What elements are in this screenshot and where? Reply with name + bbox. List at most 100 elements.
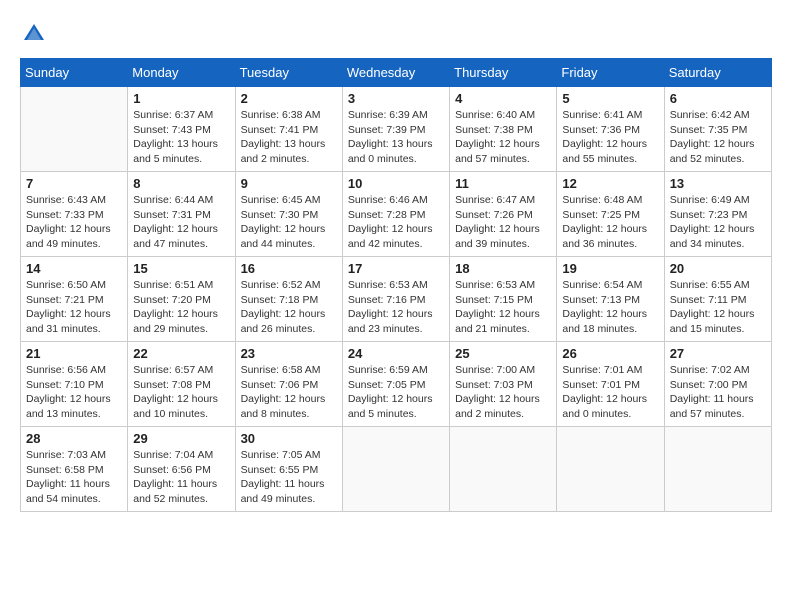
sunrise-text: Sunrise: 7:04 AM bbox=[133, 449, 213, 461]
daylight-text: Daylight: 12 hours and 55 minutes. bbox=[562, 138, 647, 165]
sunset-text: Sunset: 7:31 PM bbox=[133, 209, 211, 221]
daylight-text: Daylight: 12 hours and 2 minutes. bbox=[455, 393, 540, 420]
calendar-cell: 28 Sunrise: 7:03 AM Sunset: 6:58 PM Dayl… bbox=[21, 427, 128, 512]
sunrise-text: Sunrise: 6:37 AM bbox=[133, 109, 213, 121]
sunset-text: Sunset: 7:30 PM bbox=[241, 209, 319, 221]
sunset-text: Sunset: 7:38 PM bbox=[455, 124, 533, 136]
logo-icon bbox=[20, 20, 48, 48]
day-number: 27 bbox=[670, 346, 766, 361]
day-info: Sunrise: 7:02 AM Sunset: 7:00 PM Dayligh… bbox=[670, 363, 766, 422]
sunset-text: Sunset: 7:01 PM bbox=[562, 379, 640, 391]
day-info: Sunrise: 6:46 AM Sunset: 7:28 PM Dayligh… bbox=[348, 193, 444, 252]
calendar-cell: 1 Sunrise: 6:37 AM Sunset: 7:43 PM Dayli… bbox=[128, 87, 235, 172]
day-info: Sunrise: 7:05 AM Sunset: 6:55 PM Dayligh… bbox=[241, 448, 337, 507]
page-header bbox=[20, 20, 772, 48]
calendar-cell: 9 Sunrise: 6:45 AM Sunset: 7:30 PM Dayli… bbox=[235, 172, 342, 257]
day-info: Sunrise: 6:45 AM Sunset: 7:30 PM Dayligh… bbox=[241, 193, 337, 252]
day-number: 25 bbox=[455, 346, 551, 361]
week-row-4: 21 Sunrise: 6:56 AM Sunset: 7:10 PM Dayl… bbox=[21, 342, 772, 427]
sunrise-text: Sunrise: 6:43 AM bbox=[26, 194, 106, 206]
sunrise-text: Sunrise: 6:38 AM bbox=[241, 109, 321, 121]
calendar-cell: 29 Sunrise: 7:04 AM Sunset: 6:56 PM Dayl… bbox=[128, 427, 235, 512]
week-row-2: 7 Sunrise: 6:43 AM Sunset: 7:33 PM Dayli… bbox=[21, 172, 772, 257]
day-info: Sunrise: 6:53 AM Sunset: 7:15 PM Dayligh… bbox=[455, 278, 551, 337]
day-header-row: SundayMondayTuesdayWednesdayThursdayFrid… bbox=[21, 59, 772, 87]
daylight-text: Daylight: 12 hours and 47 minutes. bbox=[133, 223, 218, 250]
day-info: Sunrise: 6:44 AM Sunset: 7:31 PM Dayligh… bbox=[133, 193, 229, 252]
col-header-sunday: Sunday bbox=[21, 59, 128, 87]
sunset-text: Sunset: 7:41 PM bbox=[241, 124, 319, 136]
calendar-cell: 30 Sunrise: 7:05 AM Sunset: 6:55 PM Dayl… bbox=[235, 427, 342, 512]
sunset-text: Sunset: 7:03 PM bbox=[455, 379, 533, 391]
col-header-monday: Monday bbox=[128, 59, 235, 87]
day-info: Sunrise: 6:59 AM Sunset: 7:05 PM Dayligh… bbox=[348, 363, 444, 422]
calendar-cell: 27 Sunrise: 7:02 AM Sunset: 7:00 PM Dayl… bbox=[664, 342, 771, 427]
calendar-cell: 10 Sunrise: 6:46 AM Sunset: 7:28 PM Dayl… bbox=[342, 172, 449, 257]
day-info: Sunrise: 7:00 AM Sunset: 7:03 PM Dayligh… bbox=[455, 363, 551, 422]
day-info: Sunrise: 7:04 AM Sunset: 6:56 PM Dayligh… bbox=[133, 448, 229, 507]
daylight-text: Daylight: 12 hours and 18 minutes. bbox=[562, 308, 647, 335]
sunset-text: Sunset: 7:43 PM bbox=[133, 124, 211, 136]
col-header-tuesday: Tuesday bbox=[235, 59, 342, 87]
daylight-text: Daylight: 12 hours and 52 minutes. bbox=[670, 138, 755, 165]
sunrise-text: Sunrise: 7:03 AM bbox=[26, 449, 106, 461]
calendar-cell: 6 Sunrise: 6:42 AM Sunset: 7:35 PM Dayli… bbox=[664, 87, 771, 172]
day-number: 28 bbox=[26, 431, 122, 446]
day-number: 22 bbox=[133, 346, 229, 361]
sunrise-text: Sunrise: 6:40 AM bbox=[455, 109, 535, 121]
sunset-text: Sunset: 7:33 PM bbox=[26, 209, 104, 221]
daylight-text: Daylight: 12 hours and 44 minutes. bbox=[241, 223, 326, 250]
day-number: 24 bbox=[348, 346, 444, 361]
day-number: 11 bbox=[455, 176, 551, 191]
sunset-text: Sunset: 6:56 PM bbox=[133, 464, 211, 476]
day-number: 3 bbox=[348, 91, 444, 106]
calendar-cell: 19 Sunrise: 6:54 AM Sunset: 7:13 PM Dayl… bbox=[557, 257, 664, 342]
sunset-text: Sunset: 7:21 PM bbox=[26, 294, 104, 306]
week-row-1: 1 Sunrise: 6:37 AM Sunset: 7:43 PM Dayli… bbox=[21, 87, 772, 172]
sunrise-text: Sunrise: 6:58 AM bbox=[241, 364, 321, 376]
daylight-text: Daylight: 12 hours and 42 minutes. bbox=[348, 223, 433, 250]
sunset-text: Sunset: 7:18 PM bbox=[241, 294, 319, 306]
daylight-text: Daylight: 13 hours and 5 minutes. bbox=[133, 138, 218, 165]
day-info: Sunrise: 6:37 AM Sunset: 7:43 PM Dayligh… bbox=[133, 108, 229, 167]
day-number: 15 bbox=[133, 261, 229, 276]
week-row-3: 14 Sunrise: 6:50 AM Sunset: 7:21 PM Dayl… bbox=[21, 257, 772, 342]
sunset-text: Sunset: 7:13 PM bbox=[562, 294, 640, 306]
sunrise-text: Sunrise: 6:47 AM bbox=[455, 194, 535, 206]
day-number: 26 bbox=[562, 346, 658, 361]
calendar-cell: 21 Sunrise: 6:56 AM Sunset: 7:10 PM Dayl… bbox=[21, 342, 128, 427]
day-info: Sunrise: 7:01 AM Sunset: 7:01 PM Dayligh… bbox=[562, 363, 658, 422]
day-number: 20 bbox=[670, 261, 766, 276]
sunrise-text: Sunrise: 7:02 AM bbox=[670, 364, 750, 376]
day-number: 8 bbox=[133, 176, 229, 191]
daylight-text: Daylight: 12 hours and 29 minutes. bbox=[133, 308, 218, 335]
daylight-text: Daylight: 12 hours and 36 minutes. bbox=[562, 223, 647, 250]
calendar-cell: 25 Sunrise: 7:00 AM Sunset: 7:03 PM Dayl… bbox=[450, 342, 557, 427]
calendar-cell: 26 Sunrise: 7:01 AM Sunset: 7:01 PM Dayl… bbox=[557, 342, 664, 427]
calendar-cell bbox=[342, 427, 449, 512]
sunset-text: Sunset: 7:23 PM bbox=[670, 209, 748, 221]
daylight-text: Daylight: 11 hours and 52 minutes. bbox=[133, 478, 217, 505]
sunset-text: Sunset: 7:15 PM bbox=[455, 294, 533, 306]
day-number: 17 bbox=[348, 261, 444, 276]
sunrise-text: Sunrise: 7:05 AM bbox=[241, 449, 321, 461]
daylight-text: Daylight: 12 hours and 21 minutes. bbox=[455, 308, 540, 335]
daylight-text: Daylight: 12 hours and 23 minutes. bbox=[348, 308, 433, 335]
daylight-text: Daylight: 12 hours and 5 minutes. bbox=[348, 393, 433, 420]
sunrise-text: Sunrise: 6:48 AM bbox=[562, 194, 642, 206]
calendar-cell: 11 Sunrise: 6:47 AM Sunset: 7:26 PM Dayl… bbox=[450, 172, 557, 257]
sunset-text: Sunset: 7:10 PM bbox=[26, 379, 104, 391]
calendar-cell: 15 Sunrise: 6:51 AM Sunset: 7:20 PM Dayl… bbox=[128, 257, 235, 342]
sunrise-text: Sunrise: 6:45 AM bbox=[241, 194, 321, 206]
day-info: Sunrise: 6:50 AM Sunset: 7:21 PM Dayligh… bbox=[26, 278, 122, 337]
calendar-cell: 4 Sunrise: 6:40 AM Sunset: 7:38 PM Dayli… bbox=[450, 87, 557, 172]
calendar-cell: 17 Sunrise: 6:53 AM Sunset: 7:16 PM Dayl… bbox=[342, 257, 449, 342]
calendar-cell: 20 Sunrise: 6:55 AM Sunset: 7:11 PM Dayl… bbox=[664, 257, 771, 342]
calendar-cell bbox=[450, 427, 557, 512]
day-number: 4 bbox=[455, 91, 551, 106]
daylight-text: Daylight: 12 hours and 10 minutes. bbox=[133, 393, 218, 420]
daylight-text: Daylight: 12 hours and 31 minutes. bbox=[26, 308, 111, 335]
sunset-text: Sunset: 7:11 PM bbox=[670, 294, 747, 306]
day-number: 6 bbox=[670, 91, 766, 106]
day-number: 2 bbox=[241, 91, 337, 106]
